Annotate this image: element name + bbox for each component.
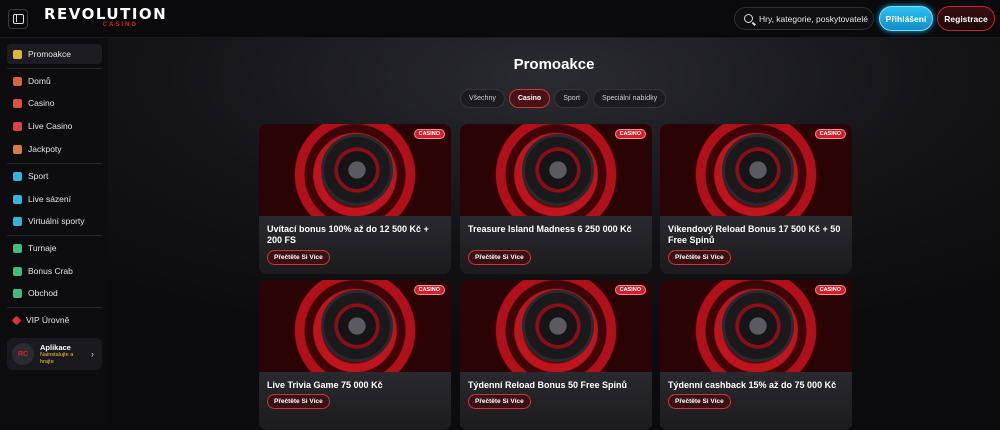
login-button[interactable]: Přihlášení [879, 6, 933, 31]
search-placeholder: Hry, kategorie, poskytovatelé [759, 13, 868, 24]
sidebar-item-obchod[interactable]: Obchod [7, 283, 102, 303]
sidebar-item-label: Sport [28, 171, 49, 181]
promo-title: Týdenní cashback 15% až do 75 000 Kč [668, 380, 837, 390]
logo[interactable]: REVOLUTION CASINO [44, 5, 168, 32]
sidebar-item-live-sazeni[interactable]: Live sázení [7, 189, 102, 209]
sidebar-toggle-button[interactable] [8, 9, 28, 29]
promo-card[interactable]: CASINO Týdenní Reload Bonus 50 Free Spin… [460, 280, 652, 430]
promo-card[interactable]: CASINO Uvítací bonus 100% až do 12 500 K… [259, 124, 451, 274]
casino-badge: CASINO [413, 285, 445, 295]
app-title: Aplikace [40, 342, 71, 352]
promo-card[interactable]: CASINO Treasure Island Madness 6 250 000… [460, 124, 652, 274]
sidebar-divider [7, 68, 102, 69]
sidebar-item-label: Bonus Crab [28, 266, 73, 276]
casino-badge: CASINO [413, 129, 445, 139]
sidebar-item-bonus-crab[interactable]: Bonus Crab [7, 261, 102, 281]
top-bar: REVOLUTION CASINO Hry, kategorie, poskyt… [0, 0, 1000, 38]
live-casino-icon [13, 121, 22, 131]
sidebar-item-label: Live sázení [28, 194, 71, 204]
sidebar-item-live-casino[interactable]: Live Casino [7, 116, 102, 136]
sidebar-item-sport[interactable]: Sport [7, 166, 102, 186]
app-subtitle: Nainstalujte a hrajte [40, 351, 74, 365]
casino-badge: CASINO [814, 285, 846, 295]
promo-title: Treasure Island Madness 6 250 000 Kč [468, 224, 632, 234]
sidebar-item-label: Promoakce [28, 49, 71, 59]
sidebar-divider [7, 307, 102, 308]
register-button[interactable]: Registrace [937, 6, 995, 31]
shop-icon [13, 288, 22, 298]
chevron-right-icon: › [91, 349, 94, 359]
sidebar-item-label: Casino [28, 98, 55, 108]
sidebar-item-label: Turnaje [28, 243, 57, 253]
read-more-button[interactable]: Přečtěte Si Více [267, 250, 330, 265]
slot-icon [13, 98, 22, 108]
promo-title: Víkendový Reload Bonus 17 500 Kč + 50 Fr… [668, 224, 841, 245]
read-more-button[interactable]: Přečtěte Si Více [267, 394, 330, 409]
sidebar-item-vip-urovne[interactable]: VIP Úrovně [7, 310, 102, 330]
sidebar-divider [7, 235, 102, 236]
promo-card[interactable]: CASINO Týdenní cashback 15% až do 75 000… [660, 280, 852, 430]
sidebar-item-label: Obchod [28, 288, 58, 298]
read-more-button[interactable]: Přečtěte Si Více [468, 250, 531, 265]
sidebar-divider [7, 163, 102, 164]
sport-icon [13, 171, 22, 181]
main-content: Promoakce Všechny Casino Sport Speciální… [108, 38, 1000, 430]
read-more-button[interactable]: Přečtěte Si Více [668, 250, 731, 265]
sidebar-item-label: VIP Úrovně [26, 315, 70, 325]
sidebar-item-domu[interactable]: Domů [7, 71, 102, 91]
promo-card[interactable]: CASINO Víkendový Reload Bonus 17 500 Kč … [660, 124, 852, 274]
sidebar-item-label: Jackpoty [28, 144, 62, 154]
gift-icon [13, 49, 22, 59]
casino-badge: CASINO [614, 285, 646, 295]
virtual-sport-icon [13, 216, 22, 226]
sidebar-item-turnaje[interactable]: Turnaje [7, 238, 102, 258]
trophy-icon [13, 243, 22, 253]
promo-title: Uvítací bonus 100% až do 12 500 Kč + 200… [267, 224, 429, 245]
filter-special-offers[interactable]: Speciální nabídky [592, 89, 667, 108]
app-logo: RC [12, 343, 34, 365]
sidebar-item-label: Virtuální sporty [28, 216, 85, 226]
read-more-button[interactable]: Přečtěte Si Více [668, 394, 731, 409]
vip-icon [11, 315, 22, 325]
jackpot-icon [13, 144, 22, 154]
page-title: Promoakce [513, 56, 595, 73]
promo-card[interactable]: CASINO Live Trivia Game 75 000 Kč Přečtě… [259, 280, 451, 430]
promo-title: Týdenní Reload Bonus 50 Free Spinů [468, 380, 628, 390]
logo-text: REVOLUTION [44, 5, 168, 23]
filter-casino[interactable]: Casino [508, 89, 551, 108]
sidebar-item-promoakce[interactable]: Promoakce [7, 44, 102, 64]
sidebar-item-casino[interactable]: Casino [7, 93, 102, 113]
filter-all[interactable]: Všechny [460, 89, 505, 108]
sidebar-item-label: Domů [28, 76, 51, 86]
app-install-card[interactable]: RC Aplikace Nainstalujte a hrajte › [7, 338, 102, 370]
casino-badge: CASINO [814, 129, 846, 139]
sidebar: Promoakce Domů Casino Live Casino Jackpo… [0, 38, 108, 423]
filter-tabs: Všechny Casino Sport Speciální nabídky [460, 89, 667, 108]
sidebar-item-label: Live Casino [28, 121, 73, 131]
crab-icon [13, 266, 22, 276]
promo-title: Live Trivia Game 75 000 Kč [267, 380, 383, 390]
sidebar-item-virtualni-sporty[interactable]: Virtuální sporty [7, 211, 102, 231]
home-icon [13, 76, 22, 86]
search-input[interactable]: Hry, kategorie, poskytovatelé [734, 7, 874, 30]
search-icon [744, 14, 753, 23]
sidebar-item-jackpoty[interactable]: Jackpoty [7, 139, 102, 159]
sidebar-toggle-icon [12, 14, 24, 24]
live-bet-icon [13, 194, 22, 204]
read-more-button[interactable]: Přečtěte Si Více [468, 394, 531, 409]
casino-badge: CASINO [614, 129, 646, 139]
filter-sport[interactable]: Sport [554, 89, 589, 108]
